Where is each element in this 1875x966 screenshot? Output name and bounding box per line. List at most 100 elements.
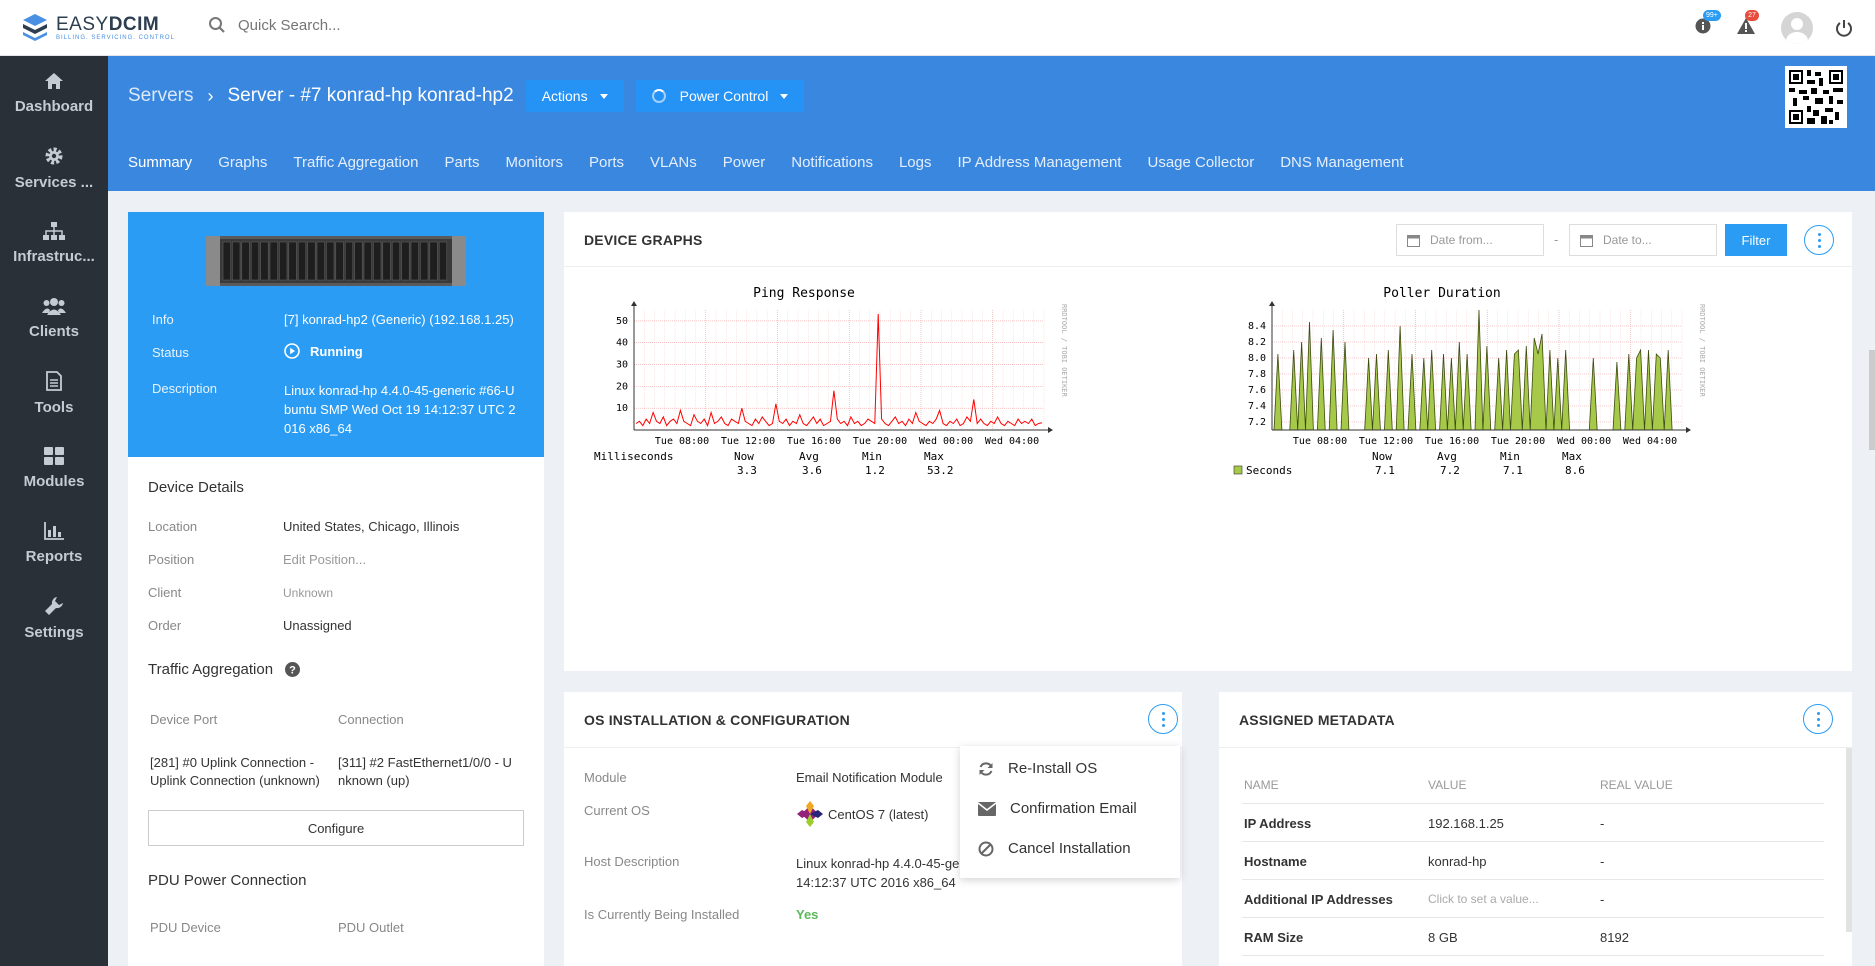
sidebar-item-label: Dashboard	[14, 98, 94, 115]
rrdtool-watermark: RRDTOOL / TOBI OETIKER	[1060, 304, 1068, 398]
traffic-aggregation-title: Traffic Aggregation ?	[148, 661, 301, 678]
drive-bay	[260, 241, 269, 281]
chevron-down-icon	[780, 93, 789, 99]
description-value: Linux konrad-hp 4.4.0-45-generic #66-U b…	[284, 381, 515, 438]
avatar[interactable]	[1781, 12, 1813, 44]
sidebar-item-clients[interactable]: Clients	[0, 281, 108, 356]
current-os-value: CentOS 7 (latest)	[796, 800, 928, 828]
stat-value: 7.1	[1503, 464, 1523, 477]
row-value[interactable]: 8 GB	[1428, 930, 1458, 945]
y-tick-label: 7.4	[1248, 401, 1266, 412]
sidebar-item-modules[interactable]: Modules	[0, 431, 108, 506]
tab-dns-management[interactable]: DNS Management	[1280, 154, 1403, 171]
tab-logs[interactable]: Logs	[899, 154, 932, 171]
qr-code[interactable]	[1785, 66, 1847, 128]
search-input[interactable]	[238, 16, 538, 34]
confirmation-email-menu-item[interactable]: Confirmation Email	[978, 800, 1137, 817]
calendar-icon	[1580, 234, 1593, 247]
notifications-button[interactable]: 99+	[1695, 9, 1721, 39]
stat-value: 8.6	[1565, 464, 1585, 477]
x-tick-label: Wed 00:00	[1557, 436, 1611, 447]
tab-parts[interactable]: Parts	[444, 154, 479, 171]
sidebar-item-services[interactable]: Services ...	[0, 131, 108, 206]
info-label: Info	[152, 312, 174, 327]
os-menu-button[interactable]	[1148, 704, 1178, 734]
cancel-installation-menu-item[interactable]: Cancel Installation	[978, 840, 1131, 857]
drive-bay	[344, 241, 354, 281]
edit-position-link[interactable]: Edit Position...	[283, 552, 366, 567]
sidebar-item-dashboard[interactable]: Dashboard	[0, 56, 108, 131]
sidebar-item-reports[interactable]: Reports	[0, 506, 108, 581]
stat-value: 7.2	[1440, 464, 1460, 477]
sidebar-item-tools[interactable]: Tools	[0, 356, 108, 431]
tab-ports[interactable]: Ports	[589, 154, 624, 171]
sidebar-item-label: Reports	[25, 548, 83, 565]
drive-bay	[307, 241, 316, 281]
quick-search[interactable]	[208, 16, 538, 34]
help-icon[interactable]: ?	[285, 662, 301, 677]
row-value[interactable]: konrad-hp	[1428, 854, 1487, 869]
y-tick-label: 10	[616, 403, 628, 414]
sidebar-item-label: Modules	[23, 473, 85, 490]
order-value: Unassigned	[283, 618, 352, 633]
host-description-value: Linux konrad-hp 4.4.0-45-ge 14:12:37 UTC…	[796, 854, 959, 892]
tab-usage-collector[interactable]: Usage Collector	[1147, 154, 1254, 171]
status-text: Running	[310, 343, 363, 359]
tab-power[interactable]: Power	[723, 154, 766, 171]
drive-bay	[250, 241, 260, 281]
alerts-button[interactable]: 27	[1737, 9, 1759, 39]
tabs: Summary Graphs Traffic Aggregation Parts Mon…	[128, 154, 1430, 171]
logo[interactable]: EASYDCIM BILLING. SERVICING. CONTROL	[20, 12, 175, 42]
date-to-input[interactable]: Date to...	[1569, 224, 1717, 256]
position-label: Position	[148, 552, 195, 567]
axis-arrow	[1269, 301, 1275, 306]
table-row[interactable]: RAM Size 8 GB 8192	[1242, 918, 1824, 956]
tab-monitors[interactable]: Monitors	[505, 154, 563, 171]
row-value[interactable]: 192.168.1.25	[1428, 816, 1504, 831]
tab-graphs[interactable]: Graphs	[218, 154, 267, 171]
metadata-menu-button[interactable]	[1803, 704, 1833, 734]
assigned-metadata-title: ASSIGNED METADATA	[1239, 712, 1395, 728]
search-icon	[209, 17, 225, 33]
graphs-menu-button[interactable]	[1804, 225, 1834, 255]
row-value[interactable]: Click to set a value...	[1428, 892, 1539, 906]
reinstall-os-menu-item[interactable]: Re-Install OS	[978, 760, 1097, 777]
ban-icon	[978, 841, 994, 856]
breadcrumb-servers[interactable]: Servers	[128, 85, 193, 107]
logo-name: EASYDCIM	[56, 13, 160, 35]
envelope-icon	[978, 801, 996, 816]
stat-header: Now	[734, 450, 754, 463]
sidebar-item-settings[interactable]: Settings	[0, 581, 108, 656]
y-tick-label: 40	[616, 338, 628, 349]
menu-item-label: Confirmation Email	[1010, 800, 1137, 817]
tab-ip-address-management[interactable]: IP Address Management	[957, 154, 1121, 171]
tab-notifications[interactable]: Notifications	[791, 154, 873, 171]
description-line: 016 x86_64	[284, 421, 352, 436]
power-control-button[interactable]: Power Control	[635, 80, 805, 112]
row-name: RAM Size	[1244, 930, 1304, 945]
stat-header: Min	[862, 450, 882, 463]
page-scrollbar[interactable]	[1869, 350, 1875, 450]
current-os-text: CentOS 7 (latest)	[828, 806, 929, 822]
scrollbar[interactable]	[1846, 748, 1852, 932]
row-real-value: -	[1600, 816, 1605, 831]
stat-value: 1.2	[865, 464, 885, 477]
configure-button[interactable]: Configure	[148, 810, 524, 846]
y-tick-label: 7.6	[1248, 385, 1266, 396]
table-row[interactable]: Hostname konrad-hp -	[1242, 842, 1824, 880]
table-row[interactable]: Additional IP Addresses Click to set a v…	[1242, 880, 1824, 918]
x-tick-label: Tue 16:00	[787, 436, 841, 447]
drive-bay	[241, 241, 250, 281]
tab-summary[interactable]: Summary	[128, 154, 192, 171]
page-title: Server - #7 konrad-hp konrad-hp2	[227, 85, 514, 106]
tab-vlans[interactable]: VLANs	[650, 154, 697, 171]
menu-item-label: Re-Install OS	[1008, 760, 1098, 777]
tab-traffic-aggregation[interactable]: Traffic Aggregation	[293, 154, 418, 171]
power-icon[interactable]	[1835, 19, 1853, 37]
table-row[interactable]: IP Address 192.168.1.25 -	[1242, 804, 1824, 842]
sidebar-item-infrastructure[interactable]: Infrastruc...	[0, 206, 108, 281]
date-from-input[interactable]: Date from...	[1396, 224, 1544, 256]
actions-button[interactable]: Actions	[525, 80, 624, 112]
drive-bay	[354, 241, 363, 281]
filter-button[interactable]: Filter	[1725, 224, 1787, 256]
